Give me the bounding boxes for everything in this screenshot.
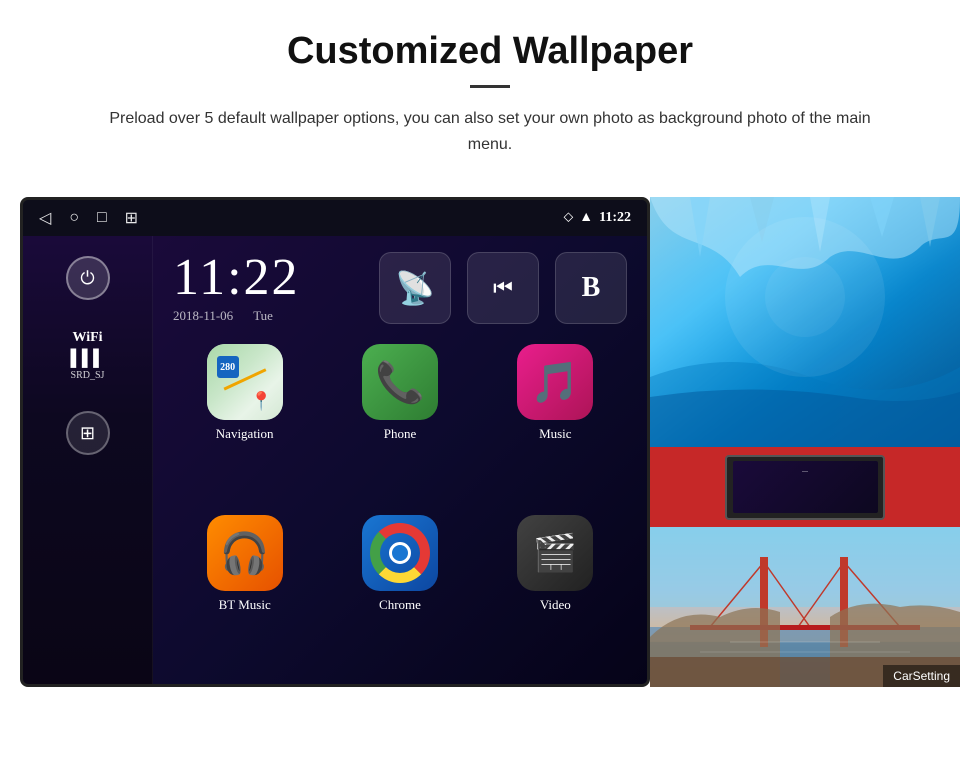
- app-item-video[interactable]: 🎬 Video: [484, 515, 627, 674]
- ice-background: [650, 197, 960, 447]
- prev-track-icon: ⏮: [493, 275, 513, 301]
- clock-date-value: 2018-11-06: [173, 308, 233, 324]
- wallpaper-bridge: ...: [650, 447, 960, 687]
- clock-date: 2018-11-06 Tue: [173, 308, 300, 324]
- chrome-label: Chrome: [379, 597, 421, 613]
- btmusic-label: BT Music: [219, 597, 271, 613]
- clock-widgets: 📡 ⏮ B: [379, 252, 627, 324]
- page-title: Customized Wallpaper: [80, 30, 900, 73]
- status-bar: ◁ ○ □ ⊞ ⬦ ▲ 11:22: [23, 200, 647, 236]
- wifi-info: WiFi ▌▌▌ SRD_SJ: [70, 330, 104, 381]
- device-body: ⏻ WiFi ▌▌▌ SRD_SJ ⊞ 11:22: [23, 236, 647, 687]
- main-content: ◁ ○ □ ⊞ ⬦ ▲ 11:22 ⏻ WiFi ▌▌▌ SRD: [0, 177, 980, 717]
- app-grid: 280 📍 Navigation 📞 Phone: [153, 334, 647, 687]
- video-label: Video: [540, 597, 571, 613]
- navigation-label: Navigation: [216, 426, 274, 442]
- device-sidebar: ⏻ WiFi ▌▌▌ SRD_SJ ⊞: [23, 236, 153, 687]
- app-item-btmusic[interactable]: 🎧 BT Music: [173, 515, 316, 674]
- wifi-status-icon: ▲: [579, 210, 593, 226]
- location-icon: ⬦: [563, 210, 573, 226]
- recents-nav-icon[interactable]: □: [97, 209, 107, 227]
- music-label: Music: [539, 426, 572, 442]
- app-item-navigation[interactable]: 280 📍 Navigation: [173, 344, 316, 503]
- navigation-icon: 280 📍: [207, 344, 283, 420]
- phone-label: Phone: [384, 426, 417, 442]
- clock-area: 11:22 2018-11-06 Tue 📡 ⏮: [153, 236, 647, 334]
- wifi-bars-icon: ▌▌▌: [70, 350, 104, 368]
- page-header: Customized Wallpaper Preload over 5 defa…: [0, 0, 980, 177]
- screenshot-nav-icon[interactable]: ⊞: [125, 208, 138, 228]
- power-button[interactable]: ⏻: [66, 256, 110, 300]
- wifi-network-name: SRD_SJ: [70, 370, 104, 381]
- wifi-label: WiFi: [70, 330, 104, 346]
- music-icon: 🎵: [517, 344, 593, 420]
- clock-day-value: Tue: [253, 308, 273, 324]
- signal-icon: 📡: [395, 269, 435, 307]
- video-icon: 🎬: [517, 515, 593, 591]
- b-widget[interactable]: B: [555, 252, 627, 324]
- apps-grid-button[interactable]: ⊞: [66, 411, 110, 455]
- wallpaper-ice: [650, 197, 960, 447]
- title-divider: [470, 85, 510, 88]
- app-item-phone[interactable]: 📞 Phone: [328, 344, 471, 503]
- clock-display: 11:22 2018-11-06 Tue: [173, 252, 300, 324]
- clock-time: 11:22: [173, 252, 300, 304]
- status-bar-right: ⬦ ▲ 11:22: [563, 210, 631, 226]
- status-bar-left: ◁ ○ □ ⊞: [39, 208, 138, 228]
- signal-widget: 📡: [379, 252, 451, 324]
- phone-icon: 📞: [362, 344, 438, 420]
- status-time: 11:22: [599, 210, 631, 226]
- page-subtitle: Preload over 5 default wallpaper options…: [100, 106, 880, 157]
- device-frame: ◁ ○ □ ⊞ ⬦ ▲ 11:22 ⏻ WiFi ▌▌▌ SRD: [20, 197, 650, 687]
- bridge-image: [650, 527, 960, 687]
- home-nav-icon[interactable]: ○: [69, 209, 79, 227]
- app-item-chrome[interactable]: Chrome: [328, 515, 471, 674]
- wallpaper-panel: ...: [650, 197, 960, 687]
- prev-widget[interactable]: ⏮: [467, 252, 539, 324]
- back-nav-icon[interactable]: ◁: [39, 208, 51, 228]
- b-label: B: [582, 272, 601, 304]
- device-main: 11:22 2018-11-06 Tue 📡 ⏮: [153, 236, 647, 687]
- power-icon: ⏻: [80, 268, 94, 289]
- grid-icon: ⊞: [80, 423, 95, 444]
- chrome-icon: [362, 515, 438, 591]
- app-item-music[interactable]: 🎵 Music: [484, 344, 627, 503]
- carsetting-label: CarSetting: [883, 665, 960, 687]
- btmusic-icon: 🎧: [207, 515, 283, 591]
